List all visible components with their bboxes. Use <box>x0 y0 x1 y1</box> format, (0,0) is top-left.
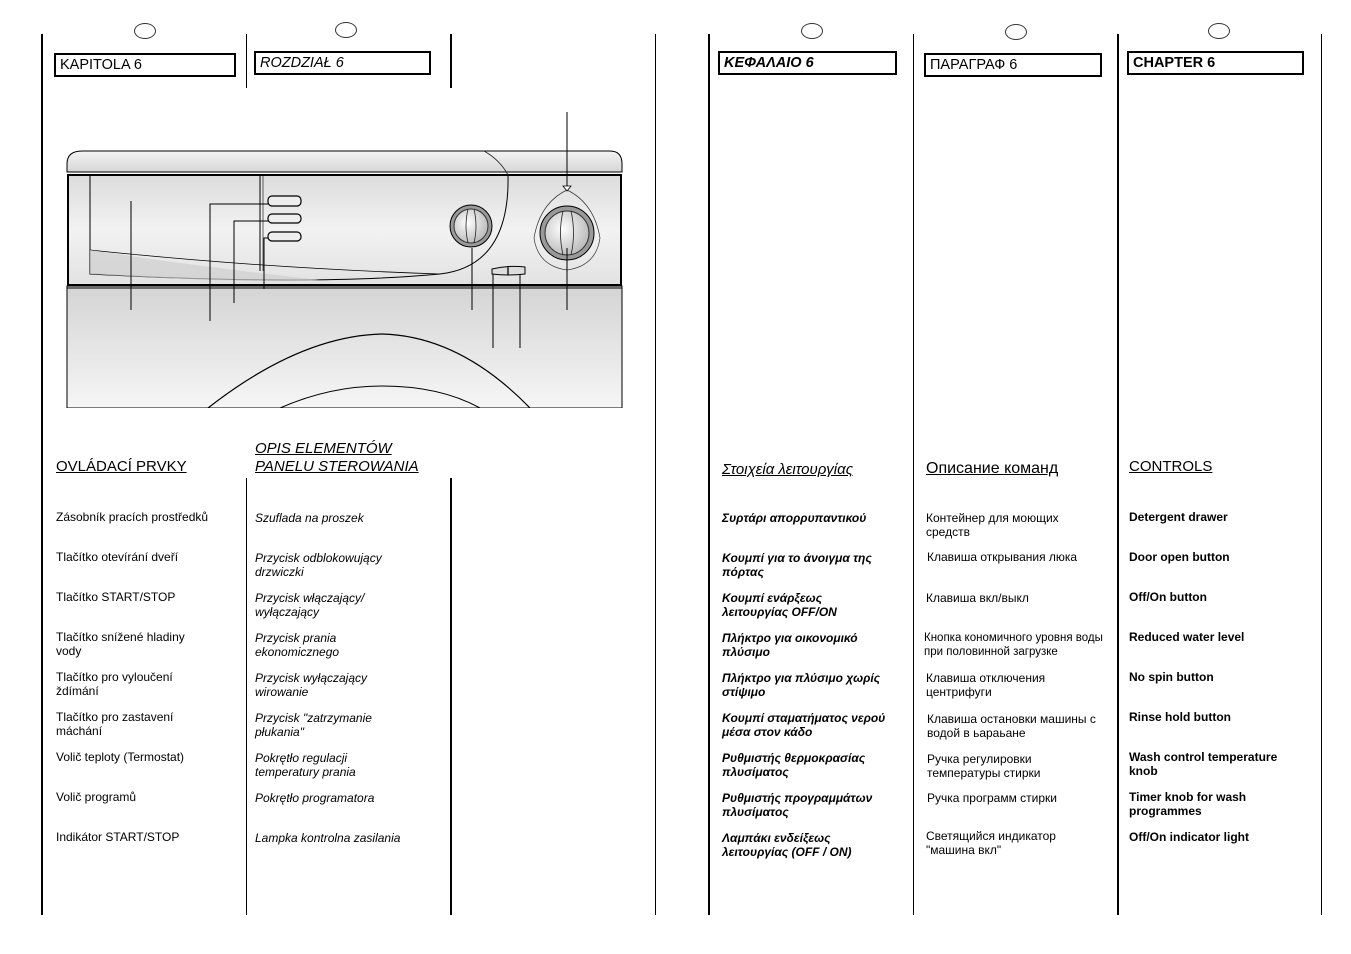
column-divider <box>450 34 452 88</box>
section-title-en: CONTROLS <box>1129 458 1213 475</box>
list-item: Светящийся индикатор "машина вкл" <box>926 829 1056 857</box>
column-divider <box>246 478 247 915</box>
list-item: Detergent drawer <box>1129 510 1228 524</box>
chapter-heading-ru: ПАРАГРАФ 6 <box>924 53 1102 77</box>
list-item: Wash control temperature knob <box>1129 750 1278 778</box>
list-item: Κουμπί για το άνοιγμα της πόρτας <box>722 551 872 579</box>
list-item: Ρυθμιστής προγραμμάτων πλυσίματος <box>722 791 873 819</box>
chapter-heading-el: ΚΕΦΑΛΑΙΟ 6 <box>718 51 897 75</box>
list-item: Λαμπάκι ενδείξεως λειτουργίας (OFF / ON) <box>722 831 852 859</box>
list-item: Przycisk "zatrzymanie płukania" <box>255 711 372 739</box>
list-item: Reduced water level <box>1129 630 1245 644</box>
list-item: Πλήκτρο για πλύσιμο χωρίς στίψιμο <box>722 671 881 699</box>
list-item: Timer knob for wash programmes <box>1129 790 1247 818</box>
list-item: Клавиша остановки машины с водой в ьараь… <box>927 712 1096 740</box>
machine-top-lid <box>66 150 623 173</box>
list-item: Συρτάρι απορρυπαντικού <box>722 511 867 525</box>
list-item: Przycisk włączający/ wyłączający <box>255 591 365 619</box>
language-marker-icon <box>335 22 357 38</box>
section-title-pl-line2: PANELU STEROWANIA <box>255 458 419 475</box>
washing-machine-control-panel-illustration <box>66 112 623 408</box>
list-item: Szuflada na proszek <box>255 511 364 525</box>
list-item: Volič teploty (Termostat) <box>56 750 185 764</box>
door-open-button-shape <box>267 195 302 207</box>
column-divider <box>913 34 914 915</box>
list-item: Клавиша открывания люка <box>927 550 1078 564</box>
list-item: Ρυθμιστής θερμοκρασίας πλυσίματος <box>722 751 866 779</box>
list-item: Przycisk odblokowujący drzwiczki <box>255 551 382 579</box>
list-item: Off/On indicator light <box>1129 830 1249 844</box>
list-item: Κουμπί σταματήματος νερού μέσα στον κάδο <box>722 711 886 739</box>
list-item: Off/On button <box>1129 590 1207 604</box>
column-divider <box>246 34 247 88</box>
chapter-heading-cs: KAPITOLA 6 <box>54 53 236 77</box>
list-item: Ручка программ стирки <box>927 791 1058 805</box>
list-item: Volič programů <box>56 790 137 804</box>
section-title-pl-line1: OPIS ELEMENTÓW <box>255 440 392 457</box>
page-right-border <box>655 34 656 915</box>
section-title-ru: Описание команд <box>926 460 1059 477</box>
list-item: Tlačítko pro vyloučení ždímání <box>56 670 173 698</box>
section-title-cs: OVLÁDACÍ PRVKY <box>56 458 187 475</box>
temperature-knob-shape <box>449 204 493 248</box>
column-divider <box>450 478 452 915</box>
column-divider <box>1117 34 1119 915</box>
list-item: Tlačítko pro zastavení máchání <box>56 710 174 738</box>
language-marker-icon <box>801 23 823 39</box>
list-item: Ручка регулировки температуры стирки <box>927 752 1041 780</box>
list-item: Tlačítko snížené hladiny vody <box>56 630 185 658</box>
list-item: No spin button <box>1129 670 1214 684</box>
list-item: Κουμπί ενάρξεως λειτουργίας OFF/ON <box>722 591 837 619</box>
language-marker-icon <box>1005 24 1027 40</box>
list-item: Контейнер для моющих средств <box>926 511 1059 539</box>
language-marker-icon <box>1208 23 1230 39</box>
chapter-heading-en: CHAPTER 6 <box>1127 51 1304 75</box>
list-item: Tlačítko otevírání dveří <box>56 550 179 564</box>
list-item: Кнопка кономичного уровня воды при полов… <box>924 632 1103 658</box>
reduced-water-button-shape <box>267 231 302 242</box>
start-stop-button-shape <box>267 213 302 224</box>
list-item: Przycisk wyłączający wirowanie <box>255 671 368 699</box>
list-item: Πλήκτρο για οικονομικό πλύσιμο <box>722 631 858 659</box>
list-item: Pokrętło regulacji temperatury prania <box>255 751 356 779</box>
list-item: Pokrętło programatora <box>255 791 375 805</box>
list-item: Indikátor START/STOP <box>56 830 180 844</box>
chapter-heading-pl: ROZDZIAŁ 6 <box>254 51 431 75</box>
list-item: Zásobník pracích prostředků <box>56 510 209 524</box>
list-item: Przycisk prania ekonomicznego <box>255 631 340 659</box>
list-item: Lampka kontrolna zasilania <box>255 831 401 845</box>
list-item: Door open button <box>1129 550 1230 564</box>
section-title-el: Στοιχεία λειτουργίας <box>722 461 853 478</box>
machine-body <box>66 285 623 408</box>
list-item: Клавиша вкл/выкл <box>926 591 1029 605</box>
page-left-border <box>41 34 43 915</box>
language-marker-icon <box>134 23 156 39</box>
list-item: Клавиша отключения центрифуги <box>926 671 1046 699</box>
list-item: Rinse hold button <box>1129 710 1231 724</box>
page-right-border <box>1321 34 1322 915</box>
list-item: Tlačítko START/STOP <box>56 590 176 604</box>
page-left-border <box>708 34 710 915</box>
